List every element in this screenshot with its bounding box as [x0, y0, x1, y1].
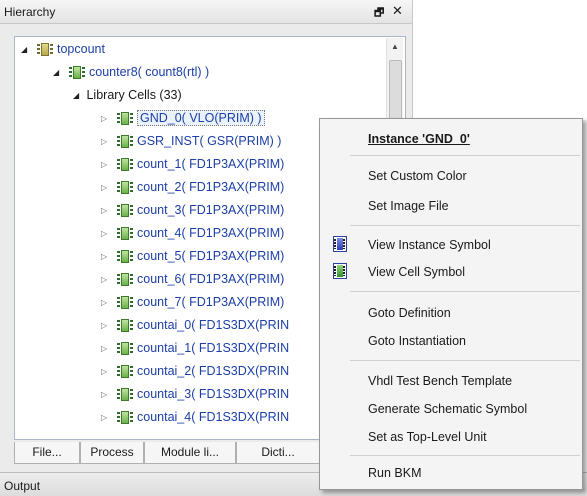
- tree-item-label: count_3( FD1P3AX(PRIM): [137, 203, 285, 217]
- output-label: Output: [4, 479, 41, 493]
- tree-item-label: Library Cells (33): [86, 88, 182, 102]
- cell-icon: [117, 227, 133, 241]
- collapsed-arrow-icon[interactable]: ▷: [101, 361, 111, 383]
- tree-item-label: counter8( count8(rtl) ): [89, 65, 210, 79]
- tree-item-label: countai_1( FD1S3DX(PRIN: [137, 341, 290, 355]
- tree-item-label: countai_2( FD1S3DX(PRIN: [137, 364, 290, 378]
- close-icon[interactable]: ✕: [392, 3, 403, 19]
- menu-item-vhdl-test-bench-template[interactable]: Vhdl Test Bench Template: [368, 374, 512, 388]
- collapsed-arrow-icon[interactable]: ▷: [101, 131, 111, 153]
- cell-icon: [117, 250, 133, 264]
- collapsed-arrow-icon[interactable]: ▷: [101, 200, 111, 222]
- tree-item-label: count_7( FD1P3AX(PRIM): [137, 295, 285, 309]
- collapsed-arrow-icon[interactable]: ▷: [101, 177, 111, 199]
- collapsed-arrow-icon[interactable]: ▷: [101, 292, 111, 314]
- tree-item-count2[interactable]: ▷ count_2( FD1P3AX(PRIM): [101, 176, 284, 198]
- tree-item-countai2[interactable]: ▷ countai_2( FD1S3DX(PRIN: [101, 360, 289, 382]
- tree-item-label: topcount: [57, 42, 105, 56]
- collapsed-arrow-icon[interactable]: ▷: [101, 269, 111, 291]
- collapsed-arrow-icon[interactable]: ▷: [101, 338, 111, 360]
- menu-separator: [350, 455, 580, 456]
- cell-icon: [117, 158, 133, 172]
- cell-icon: [117, 365, 133, 379]
- expanded-arrow-icon[interactable]: ◢: [53, 62, 63, 84]
- collapsed-arrow-icon[interactable]: ▷: [101, 154, 111, 176]
- cell-icon: [117, 342, 133, 356]
- tree-item-label: count_1( FD1P3AX(PRIM): [137, 157, 285, 171]
- tree-item-count7[interactable]: ▷ count_7( FD1P3AX(PRIM): [101, 291, 284, 313]
- menu-item-set-custom-color[interactable]: Set Custom Color: [368, 169, 467, 183]
- tab-dictionary[interactable]: Dicti...: [236, 442, 320, 464]
- menu-separator: [350, 155, 580, 156]
- collapsed-arrow-icon[interactable]: ▷: [101, 384, 111, 406]
- tab-module-list[interactable]: Module li...: [144, 442, 236, 464]
- tree-item-countai0[interactable]: ▷ countai_0( FD1S3DX(PRIN: [101, 314, 289, 336]
- tree-item-count4[interactable]: ▷ count_4( FD1P3AX(PRIM): [101, 222, 284, 244]
- tree-item-countai1[interactable]: ▷ countai_1( FD1S3DX(PRIN: [101, 337, 289, 359]
- expanded-arrow-icon[interactable]: ◢: [21, 39, 31, 61]
- collapsed-arrow-icon[interactable]: ▷: [101, 246, 111, 268]
- tree-item-label: GSR_INST( GSR(PRIM) ): [137, 134, 282, 148]
- menu-item-set-image-file[interactable]: Set Image File: [368, 199, 449, 213]
- menu-header: Instance 'GND_0': [368, 132, 470, 146]
- cell-icon: [69, 66, 85, 80]
- cell-icon: [117, 319, 133, 333]
- panel-title: Hierarchy: [4, 5, 56, 19]
- tree-item-count5[interactable]: ▷ count_5( FD1P3AX(PRIM): [101, 245, 284, 267]
- scrollbar-thumb[interactable]: [389, 60, 402, 122]
- collapsed-arrow-icon[interactable]: ▷: [101, 223, 111, 245]
- tree-item-label: count_6( FD1P3AX(PRIM): [137, 272, 285, 286]
- instance-symbol-icon: [333, 236, 347, 252]
- tab-process[interactable]: Process: [80, 442, 144, 464]
- menu-separator: [350, 291, 580, 292]
- tree-item-gnd0[interactable]: ▷ GND_0( VLO(PRIM) ): [101, 107, 265, 129]
- cell-icon: [117, 296, 133, 310]
- editor-pane: [412, 0, 587, 120]
- tree-item-topcount[interactable]: ◢ topcount: [21, 38, 105, 60]
- cell-symbol-icon: [333, 263, 347, 279]
- cell-icon: [117, 411, 133, 425]
- menu-item-run-bkm[interactable]: Run BKM: [368, 466, 422, 480]
- tree-item-countai3[interactable]: ▷ countai_3( FD1S3DX(PRIN: [101, 383, 289, 405]
- context-menu: Instance 'GND_0' Set Custom Color Set Im…: [319, 118, 583, 490]
- panel-titlebar: Hierarchy 🗗 ✕: [0, 0, 412, 24]
- tree-item-library-cells[interactable]: ◢ Library Cells (33): [73, 84, 182, 106]
- menu-item-set-top-level-unit[interactable]: Set as Top-Level Unit: [368, 430, 487, 444]
- tree-item-label: GND_0( VLO(PRIM) ): [137, 110, 265, 126]
- tree-item-label: countai_4( FD1S3DX(PRIN: [137, 410, 290, 424]
- menu-item-generate-schematic-symbol[interactable]: Generate Schematic Symbol: [368, 402, 527, 416]
- tree-item-label: countai_3( FD1S3DX(PRIN: [137, 387, 290, 401]
- menu-separator: [350, 225, 580, 226]
- tree-item-countai4[interactable]: ▷ countai_4( FD1S3DX(PRIN: [101, 406, 289, 428]
- collapsed-arrow-icon[interactable]: ▷: [101, 108, 111, 130]
- tree-item-label: count_5( FD1P3AX(PRIM): [137, 249, 285, 263]
- tree-item-gsr-inst[interactable]: ▷ GSR_INST( GSR(PRIM) ): [101, 130, 281, 152]
- float-icon[interactable]: 🗗: [374, 4, 384, 23]
- tree-item-count6[interactable]: ▷ count_6( FD1P3AX(PRIM): [101, 268, 284, 290]
- tab-file[interactable]: File...: [14, 442, 80, 464]
- scroll-up-arrow-icon[interactable]: ▲: [391, 42, 399, 51]
- cell-icon: [117, 388, 133, 402]
- tree-item-count1[interactable]: ▷ count_1( FD1P3AX(PRIM): [101, 153, 284, 175]
- menu-item-goto-definition[interactable]: Goto Definition: [368, 306, 451, 320]
- cell-icon: [117, 112, 133, 126]
- tree-item-count3[interactable]: ▷ count_3( FD1P3AX(PRIM): [101, 199, 284, 221]
- tree-item-counter8[interactable]: ◢ counter8( count8(rtl) ): [53, 61, 209, 83]
- cell-icon: [117, 204, 133, 218]
- menu-separator: [350, 360, 580, 361]
- collapsed-arrow-icon[interactable]: ▷: [101, 315, 111, 337]
- tree-item-label: count_2( FD1P3AX(PRIM): [137, 180, 285, 194]
- expanded-arrow-icon[interactable]: ◢: [73, 85, 83, 107]
- tree-item-label: countai_0( FD1S3DX(PRIN: [137, 318, 290, 332]
- menu-item-view-cell-symbol[interactable]: View Cell Symbol: [368, 265, 465, 279]
- cell-icon: [117, 273, 133, 287]
- menu-item-view-instance-symbol[interactable]: View Instance Symbol: [368, 238, 491, 252]
- tree-item-label: count_4( FD1P3AX(PRIM): [137, 226, 285, 240]
- collapsed-arrow-icon[interactable]: ▷: [101, 407, 111, 429]
- cell-icon: [117, 181, 133, 195]
- menu-item-goto-instantiation[interactable]: Goto Instantiation: [368, 334, 466, 348]
- cell-icon: [37, 43, 53, 57]
- cell-icon: [117, 135, 133, 149]
